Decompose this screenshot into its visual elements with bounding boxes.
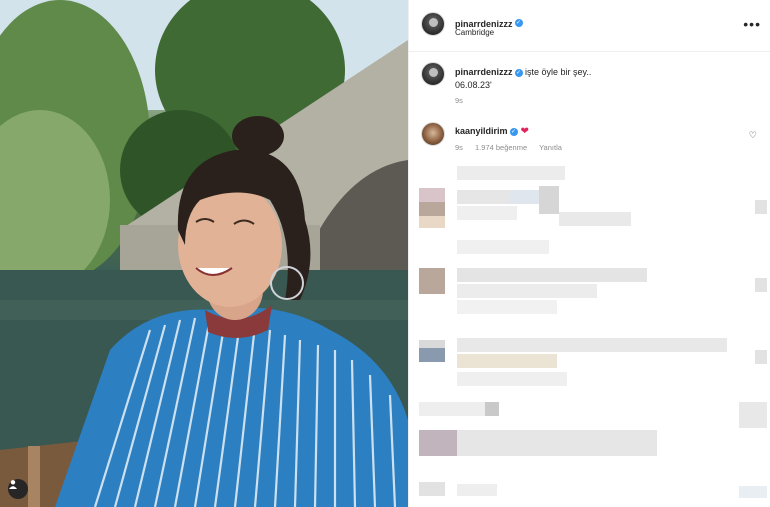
verified-badge-icon: ✓ bbox=[514, 68, 523, 77]
more-options-icon[interactable]: ••• bbox=[743, 17, 761, 31]
caption-timestamp[interactable]: 9s bbox=[455, 96, 463, 105]
verified-badge-icon: ✓ bbox=[514, 18, 523, 27]
caption-author-avatar[interactable] bbox=[421, 62, 445, 86]
comment-meta: 9s 1.974 beğenme Yanıtla bbox=[455, 143, 572, 152]
author-avatar[interactable] bbox=[421, 12, 445, 36]
post-side-panel: pinarrdenizzz ✓ Cambridge ••• pinarrdeniz… bbox=[408, 0, 770, 507]
caption-body: işte öyle bir şey.. bbox=[525, 67, 592, 77]
red-heart-emoji-icon: ❤ bbox=[520, 126, 529, 137]
post-location[interactable]: Cambridge bbox=[455, 28, 494, 37]
commenter-username[interactable]: kaanyildirim bbox=[455, 126, 508, 136]
heart-outline-icon[interactable]: ♡ bbox=[749, 130, 757, 141]
post-header: pinarrdenizzz ✓ Cambridge ••• bbox=[409, 0, 770, 52]
comment-likes-count[interactable]: 1.974 beğenme bbox=[475, 143, 527, 152]
post-photo[interactable] bbox=[0, 0, 408, 507]
reply-button[interactable]: Yanıtla bbox=[539, 143, 562, 152]
verified-badge-icon: ✓ bbox=[509, 127, 518, 136]
user-tag-icon[interactable] bbox=[8, 479, 28, 499]
commenter-avatar[interactable] bbox=[421, 122, 445, 146]
caption-date: 06.08.23' bbox=[455, 80, 492, 90]
person-icon bbox=[9, 480, 17, 489]
caption-text: pinarrdenizzz ✓ işte öyle bir şey.. 06.08… bbox=[455, 66, 745, 92]
comment-timestamp[interactable]: 9s bbox=[455, 143, 463, 152]
pixelated-comments bbox=[419, 166, 767, 498]
comment-text: kaanyildirim ✓ ❤ bbox=[455, 126, 529, 137]
caption-author-username[interactable]: pinarrdenizzz bbox=[455, 67, 513, 77]
photo-scene bbox=[0, 0, 408, 507]
